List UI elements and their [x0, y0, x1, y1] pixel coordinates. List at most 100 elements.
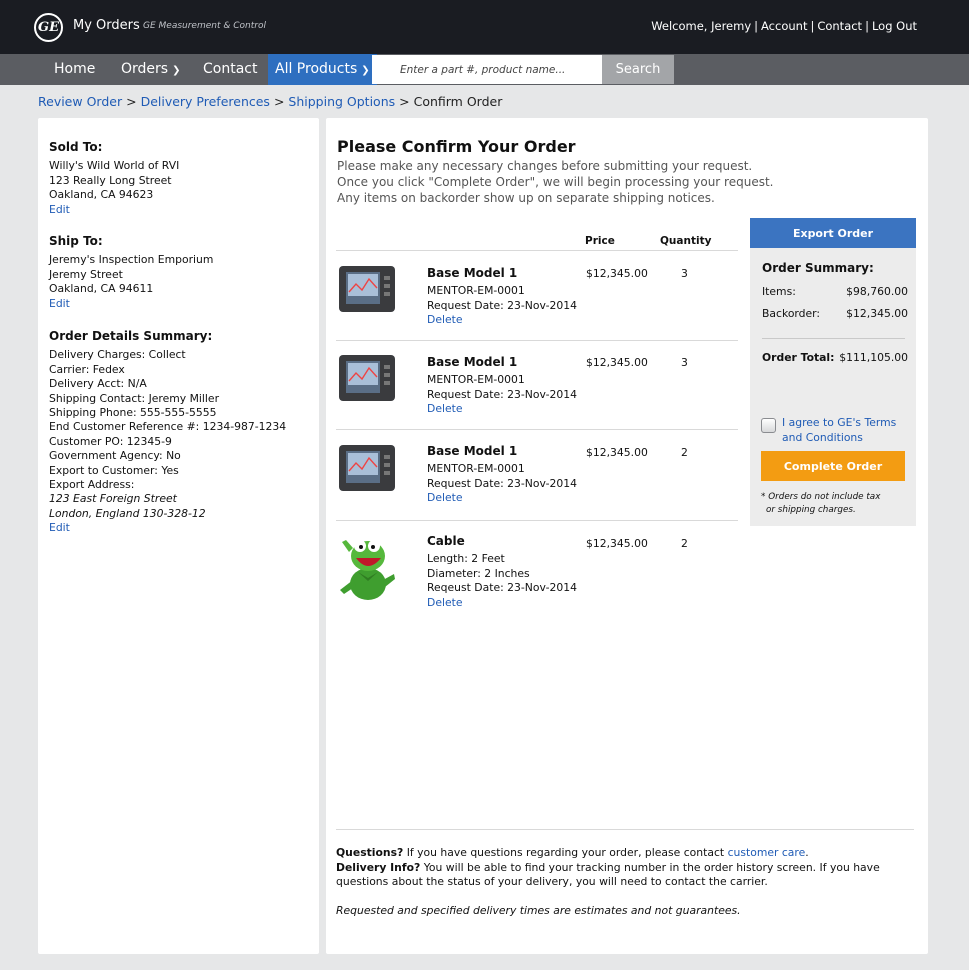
- export-order-button[interactable]: Export Order: [750, 218, 916, 248]
- order-detail-line: Export to Customer: Yes: [49, 463, 179, 477]
- delete-link[interactable]: Delete: [427, 596, 577, 611]
- nav-contact-label: Contact: [203, 61, 258, 77]
- sold-to-line: Willy's Wild World of RVI: [49, 159, 180, 173]
- breadcrumb-shipping-options[interactable]: Shipping Options: [288, 94, 395, 109]
- nav-home[interactable]: Home: [54, 54, 95, 85]
- item-name: Base Model 1: [427, 266, 518, 280]
- order-detail-line: Delivery Charges: Collect: [49, 348, 186, 362]
- delivery-line: Delivery Info? You will be able to find …: [336, 861, 880, 876]
- order-detail-line: Customer PO: 12345-9: [49, 434, 172, 448]
- chevron-down-icon: ❯: [172, 65, 181, 76]
- account-link[interactable]: Account: [761, 19, 807, 33]
- app-subtitle: GE Measurement & Control: [143, 21, 266, 31]
- backorder-row: Backorder: $12,345.00: [762, 307, 908, 320]
- disclaimer: Requested and specified delivery times a…: [336, 903, 741, 917]
- delivery-line-2: questions about the status of your deliv…: [336, 875, 768, 888]
- contact-link[interactable]: Contact: [817, 19, 862, 33]
- logout-link[interactable]: Log Out: [872, 19, 917, 33]
- complete-order-button[interactable]: Complete Order: [761, 451, 905, 481]
- backorder-label: Backorder:: [762, 307, 821, 320]
- breadcrumb-separator: >: [126, 94, 137, 109]
- backorder-value: $12,345.00: [846, 307, 908, 320]
- sold-to-line: 123 Really Long Street: [49, 173, 172, 187]
- ge-logo-icon[interactable]: GE: [34, 13, 63, 42]
- item-detail: MENTOR-EM-0001: [427, 373, 525, 386]
- intro-line: Please make any necessary changes before…: [337, 159, 753, 173]
- order-detail-line: Delivery Acct: N/A: [49, 377, 147, 391]
- separator: |: [865, 19, 869, 33]
- questions-text: If you have questions regarding your ord…: [403, 846, 728, 859]
- intro-text: Please make any necessary changes before…: [337, 158, 773, 206]
- order-detail-line: End Customer Reference #: 1234-987-1234: [49, 420, 287, 434]
- item-price: $12,345.00: [586, 356, 648, 369]
- export-address-line: 123 East Foreign Street: [49, 492, 177, 506]
- nav-contact[interactable]: Contact: [203, 54, 257, 85]
- terms-line: and Conditions: [782, 430, 863, 444]
- quantity-column-header: Quantity: [660, 235, 712, 247]
- order-details-section: Order Details Summary: Delivery Charges:…: [49, 329, 286, 536]
- breadcrumb-current: Confirm Order: [413, 94, 503, 109]
- order-detail-line: Government Agency: No: [49, 449, 181, 463]
- total-value: $111,105.00: [839, 351, 908, 364]
- order-detail-line: Export Address:: [49, 478, 135, 492]
- item-detail: Reqeust Date: 23-Nov-2014: [427, 581, 577, 594]
- ship-to-title: Ship To:: [49, 234, 103, 248]
- note-line: or shipping charges.: [766, 504, 856, 515]
- nav-orders-label: Orders: [121, 61, 169, 77]
- sold-to-edit-link[interactable]: Edit: [49, 203, 179, 217]
- breadcrumb-review-order[interactable]: Review Order: [38, 94, 122, 109]
- item-price: $12,345.00: [586, 267, 648, 280]
- item-meta: MENTOR-EM-0001 Request Date: 23-Nov-2014…: [427, 284, 577, 328]
- intro-line: Once you click "Complete Order", we will…: [337, 175, 774, 189]
- agree-terms-checkbox[interactable]: [761, 418, 776, 433]
- item-quantity: 2: [681, 446, 688, 459]
- delete-link[interactable]: Delete: [427, 313, 577, 328]
- divider: [336, 829, 914, 830]
- ship-to-edit-link[interactable]: Edit: [49, 297, 213, 311]
- confirm-order-panel: Please Confirm Your Order Please make an…: [326, 118, 928, 954]
- breadcrumb: Review Order > Delivery Preferences > Sh…: [38, 94, 502, 109]
- item-detail: Length: 2 Feet: [427, 552, 505, 565]
- item-meta: MENTOR-EM-0001 Request Date: 23-Nov-2014…: [427, 462, 577, 506]
- item-detail: Request Date: 23-Nov-2014: [427, 476, 577, 490]
- nav-orders[interactable]: Orders ❯: [121, 54, 180, 85]
- delete-link[interactable]: Delete: [427, 491, 577, 506]
- terms-link[interactable]: I agree to GE's Terms and Conditions: [782, 416, 896, 445]
- items-value: $98,760.00: [846, 285, 908, 298]
- total-row: Order Total: $111,105.00: [762, 351, 908, 364]
- nav-home-label: Home: [54, 61, 96, 77]
- item-meta: Length: 2 Feet Diameter: 2 Inches Reqeus…: [427, 552, 577, 610]
- nav-all-products-label: All Products: [275, 61, 358, 77]
- customer-care-link[interactable]: customer care: [728, 846, 806, 859]
- item-quantity: 3: [681, 356, 688, 369]
- price-column-header: Price: [585, 235, 615, 247]
- device-image: [339, 355, 395, 401]
- period: .: [805, 846, 809, 859]
- order-info-panel: Sold To: Willy's Wild World of RVI 123 R…: [38, 118, 319, 954]
- search-button[interactable]: Search: [602, 55, 674, 84]
- separator: |: [810, 19, 815, 33]
- item-meta: MENTOR-EM-0001 Request Date: 23-Nov-2014…: [427, 373, 577, 417]
- breadcrumb-delivery-preferences[interactable]: Delivery Preferences: [141, 94, 270, 109]
- sold-to-line: Oakland, CA 94623: [49, 188, 154, 202]
- delete-link[interactable]: Delete: [427, 402, 577, 417]
- app-title: My Orders: [73, 18, 140, 33]
- nav-all-products[interactable]: All Products ❯: [268, 54, 377, 85]
- item-quantity: 3: [681, 267, 688, 280]
- search-input[interactable]: [372, 55, 602, 84]
- sold-to-section: Sold To: Willy's Wild World of RVI 123 R…: [49, 140, 179, 217]
- total-label: Order Total:: [762, 351, 835, 364]
- export-address-line: London, England 130-328-12: [49, 506, 206, 520]
- top-bar: GE My Orders GE Measurement & Control We…: [0, 0, 969, 54]
- order-summary: Order Summary: Items: $98,760.00 Backord…: [750, 248, 916, 526]
- order-detail-line: Shipping Contact: Jeremy Miller: [49, 391, 220, 405]
- item-detail: Request Date: 23-Nov-2014: [427, 387, 577, 401]
- ship-to-line: Jeremy Street: [49, 267, 123, 281]
- separator: |: [754, 19, 759, 33]
- ship-to-line: Jeremy's Inspection Emporium: [49, 253, 214, 267]
- order-details-edit-link[interactable]: Edit: [49, 521, 286, 535]
- tax-note: * Orders do not include tax or shipping …: [761, 491, 880, 516]
- delivery-text: You will be able to find your tracking n…: [420, 860, 880, 874]
- sold-to-title: Sold To:: [49, 140, 103, 154]
- order-details-title: Order Details Summary:: [49, 329, 213, 343]
